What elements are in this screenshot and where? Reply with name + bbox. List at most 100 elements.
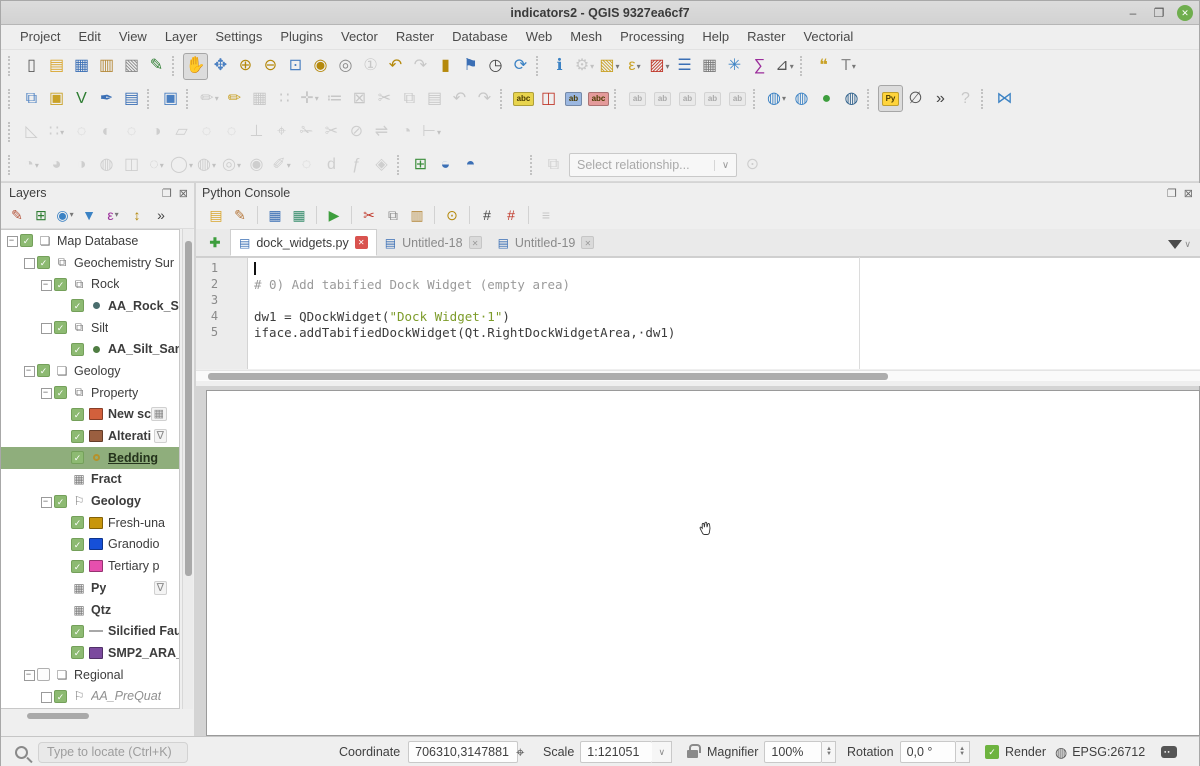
menu-vectorial[interactable]: Vectorial (794, 25, 862, 49)
processing-toolbox-button[interactable]: ✳ (722, 53, 747, 80)
layer-item-ksata[interactable]: ✓KsATA (1, 707, 179, 709)
expander-icon[interactable]: − (22, 364, 35, 377)
magnifier-lock-icon[interactable] (687, 737, 698, 766)
crs-group[interactable]: ◍ EPSG:26712 (1055, 737, 1145, 766)
tab-close-icon[interactable]: ✕ (355, 236, 368, 249)
new-print-layout-button[interactable]: ▥ (94, 53, 119, 80)
scrollbar-thumb[interactable] (27, 713, 89, 719)
layer-tree-vertical-scrollbar[interactable] (182, 229, 193, 709)
layer-tree-horizontal-scrollbar[interactable] (3, 711, 179, 721)
refresh-map-button[interactable]: ⟳ (508, 53, 533, 80)
add-group-button[interactable]: ⊞ (29, 203, 53, 227)
menu-plugins[interactable]: Plugins (271, 25, 332, 49)
expander-icon[interactable]: − (5, 234, 18, 247)
show-sum-button[interactable]: ∑ (747, 53, 772, 80)
layer-checkbox[interactable]: ✓ (20, 234, 33, 247)
layer-checkbox[interactable] (37, 668, 50, 681)
messages-button[interactable] (1161, 737, 1177, 766)
highlight-pinned-labels-button[interactable]: abc (586, 85, 611, 112)
identify-features-button[interactable]: ℹ (547, 53, 572, 80)
find-text-button[interactable]: ⊙ (440, 203, 464, 227)
layer-item-fract[interactable]: ▦Fract (1, 469, 179, 491)
run-script-button[interactable]: ▶ (322, 203, 346, 227)
menu-project[interactable]: Project (11, 25, 69, 49)
memory-layer-indicator-icon[interactable]: ▦ (151, 407, 167, 421)
manage-map-themes-button[interactable]: ◉▾ (53, 203, 77, 227)
layer-item-silt[interactable]: ✓⧉Silt (1, 317, 179, 339)
new-bookmark-button[interactable]: ⚑ (458, 53, 483, 80)
coordinate-input[interactable]: 706310,3147881 (408, 741, 518, 763)
close-button[interactable]: ✕ (1177, 5, 1193, 21)
copy-text-button[interactable]: ⧉ (381, 203, 405, 227)
new-shapefile-layer-button[interactable]: V (69, 85, 94, 112)
zoom-last-button[interactable]: ↶ (383, 53, 408, 80)
tab-untitled-18[interactable]: ▤Untitled-18✕ (377, 229, 490, 256)
chevron-down-icon[interactable]: ∨ (652, 741, 672, 763)
scrollbar-thumb[interactable] (208, 373, 888, 380)
python-console-button[interactable]: Py (878, 85, 903, 112)
menu-edit[interactable]: Edit (69, 25, 109, 49)
extents-icon[interactable]: ⌖ (516, 737, 524, 766)
expander-icon[interactable] (22, 256, 35, 269)
new-geopackage-layer-button[interactable]: ▣ (44, 85, 69, 112)
toolbar-overflow-button[interactable]: » (928, 85, 953, 112)
save-project-button[interactable]: ▦ (69, 53, 94, 80)
expander-icon[interactable]: − (22, 668, 35, 681)
layers-close-icon[interactable]: ⊠ (179, 187, 188, 200)
pan-to-selection-button[interactable]: ✥ (208, 53, 233, 80)
filter-indicator-icon[interactable]: ∇ (154, 581, 167, 595)
rotation-spinbox[interactable]: 0,0 ° ▲▼ (900, 741, 970, 763)
layer-checkbox[interactable]: ✓ (54, 321, 67, 334)
layer-checkbox[interactable]: ✓ (71, 625, 84, 638)
measure-button[interactable]: ⊿▾ (772, 53, 797, 80)
export-from-database-button[interactable]: ◓ (458, 152, 483, 179)
hide-deselected-layers-button[interactable]: ∅ (903, 85, 928, 112)
layer-checkbox[interactable]: ✓ (37, 364, 50, 377)
data-source-manager-button[interactable]: ⧉ (19, 85, 44, 112)
zoom-to-selection-button[interactable]: ◉ (308, 53, 333, 80)
save-script-button[interactable]: ▦ (263, 203, 287, 227)
layer-item-aa-rock-sa[interactable]: ✓AA_Rock_Sa (1, 295, 179, 317)
zoom-in-button[interactable]: ⊕ (233, 53, 258, 80)
menu-layer[interactable]: Layer (156, 25, 207, 49)
layer-item-property[interactable]: −✓⧉Property (1, 382, 179, 404)
layer-item-aa-silt-san[interactable]: ✓AA_Silt_San (1, 338, 179, 360)
menu-raster[interactable]: Raster (738, 25, 794, 49)
open-project-button[interactable]: ▤ (44, 53, 69, 80)
new-tab-button[interactable]: ✚ (204, 232, 226, 254)
select-by-expression-button[interactable]: ε▾ (622, 53, 647, 80)
code-editor[interactable]: 12345 # 0) Add tabified Dock Widget (emp… (196, 257, 1200, 369)
open-layer-styling-button[interactable]: ✎ (5, 203, 29, 227)
layer-item-tertiary-p[interactable]: ✓Tertiary p (1, 555, 179, 577)
tab-dock-widgets-py[interactable]: ▤dock_widgets.py✕ (230, 229, 377, 256)
layer-item-qtz[interactable]: ▦Qtz (1, 599, 179, 621)
layer-item-map-database[interactable]: −✓❏Map Database (1, 230, 179, 252)
locator-input[interactable]: Type to locate (Ctrl+K) (38, 742, 188, 763)
zoom-to-layer-button[interactable]: ◎ (333, 53, 358, 80)
layer-checkbox[interactable]: ✓ (71, 430, 84, 443)
menu-vector[interactable]: Vector (332, 25, 387, 49)
layer-item-aa-prequat[interactable]: ✓⚐AA_PreQuat (1, 685, 179, 707)
open-attribute-table-button[interactable]: ☰ (672, 53, 697, 80)
maximize-button[interactable]: ❐ (1151, 6, 1167, 20)
layer-item-rock[interactable]: −✓⧉Rock (1, 273, 179, 295)
pan-map-button[interactable]: ✋ (183, 53, 208, 80)
layer-checkbox[interactable]: ✓ (54, 386, 67, 399)
layer-item-fresh-una[interactable]: ✓Fresh-una (1, 512, 179, 534)
map-tips-button[interactable]: ❝ (811, 53, 836, 80)
layer-item-granodio[interactable]: ✓Granodio (1, 534, 179, 556)
import-to-database-button[interactable]: ◒ (433, 152, 458, 179)
layer-item-regional[interactable]: −❏Regional (1, 664, 179, 686)
layer-item-py[interactable]: ▦Py∇ (1, 577, 179, 599)
code-area[interactable]: # 0) Add tabified Dock Widget (empty are… (248, 258, 1200, 369)
save-script-as-button[interactable]: ▦ (287, 203, 311, 227)
layers-panel-overflow-button[interactable]: » (149, 203, 173, 227)
layer-item-smp2-ara[interactable]: ✓SMP2_ARA_ (1, 642, 179, 664)
layer-checkbox[interactable]: ✓ (54, 278, 67, 291)
metasearch-button[interactable]: ◍▾ (764, 85, 789, 112)
select-features-button[interactable]: ▧▾ (597, 53, 622, 80)
layer-checkbox[interactable]: ✓ (71, 451, 84, 464)
tab-close-icon[interactable]: ✕ (469, 236, 482, 249)
comment-code-button[interactable]: # (475, 203, 499, 227)
menu-web[interactable]: Web (517, 25, 562, 49)
